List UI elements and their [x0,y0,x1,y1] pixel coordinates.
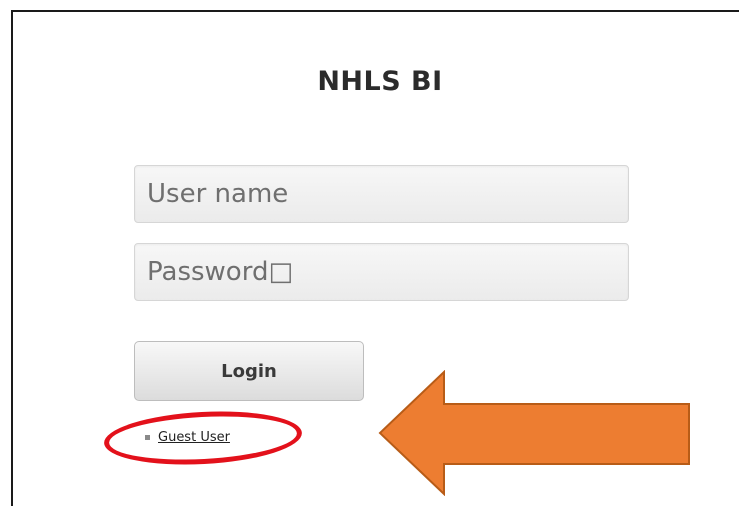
login-button[interactable]: Login [134,341,364,401]
password-input[interactable] [134,243,629,301]
guest-user-item: Guest User [145,430,230,445]
guest-user-link[interactable]: Guest User [158,430,230,445]
bullet-icon [145,435,150,440]
page-title: NHLS BI [317,66,443,97]
username-input[interactable] [134,165,629,223]
